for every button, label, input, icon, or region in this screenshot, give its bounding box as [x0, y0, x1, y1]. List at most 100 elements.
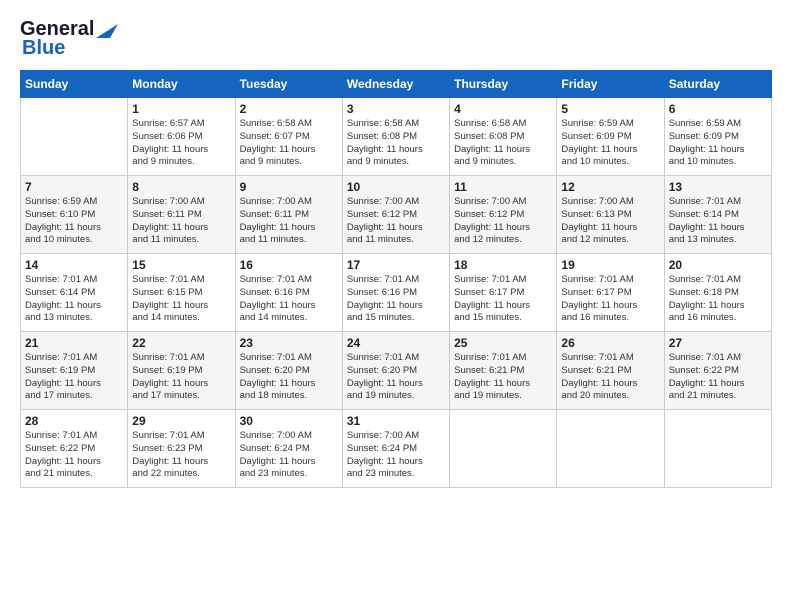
- day-cell: 11 Sunrise: 7:00 AM Sunset: 6:12 PM Dayli…: [450, 176, 557, 254]
- day-info: Sunrise: 7:01 AM Sunset: 6:22 PM Dayligh…: [669, 352, 767, 403]
- header: General Blue: [20, 18, 772, 60]
- day-info: Sunrise: 6:57 AM Sunset: 6:06 PM Dayligh…: [132, 118, 230, 169]
- day-info: Sunrise: 7:01 AM Sunset: 6:21 PM Dayligh…: [561, 352, 659, 403]
- day-info: Sunrise: 6:59 AM Sunset: 6:09 PM Dayligh…: [561, 118, 659, 169]
- day-number: 7: [25, 180, 123, 194]
- day-cell: 18Sunrise: 7:01 AM Sunset: 6:17 PM Dayli…: [450, 254, 557, 332]
- day-cell: 4 Sunrise: 6:58 AM Sunset: 6:08 PM Daylig…: [450, 98, 557, 176]
- day-number: 15: [132, 258, 230, 272]
- day-cell: 13 Sunrise: 7:01 AM Sunset: 6:14 PM Dayli…: [664, 176, 771, 254]
- day-cell: 5 Sunrise: 6:59 AM Sunset: 6:09 PM Daylig…: [557, 98, 664, 176]
- day-number: 31: [347, 414, 445, 428]
- day-number: 23: [240, 336, 338, 350]
- day-info: Sunrise: 7:01 AM Sunset: 6:15 PM Dayligh…: [132, 274, 230, 325]
- logo-blue-text: Blue: [22, 37, 65, 60]
- day-cell: 22Sunrise: 7:01 AM Sunset: 6:19 PM Dayli…: [128, 332, 235, 410]
- calendar-table: SundayMondayTuesdayWednesdayThursdayFrid…: [20, 70, 772, 488]
- day-cell: 20 Sunrise: 7:01 AM Sunset: 6:18 PM Dayli…: [664, 254, 771, 332]
- day-info: Sunrise: 7:01 AM Sunset: 6:23 PM Dayligh…: [132, 430, 230, 481]
- day-cell: 15 Sunrise: 7:01 AM Sunset: 6:15 PM Dayli…: [128, 254, 235, 332]
- day-cell: 6Sunrise: 6:59 AM Sunset: 6:09 PM Daylig…: [664, 98, 771, 176]
- header-cell-saturday: Saturday: [664, 71, 771, 98]
- day-info: Sunrise: 7:01 AM Sunset: 6:21 PM Dayligh…: [454, 352, 552, 403]
- day-cell: 14 Sunrise: 7:01 AM Sunset: 6:14 PM Dayli…: [21, 254, 128, 332]
- day-cell: 16 Sunrise: 7:01 AM Sunset: 6:16 PM Dayli…: [235, 254, 342, 332]
- day-number: 9: [240, 180, 338, 194]
- day-cell: 26 Sunrise: 7:01 AM Sunset: 6:21 PM Dayli…: [557, 332, 664, 410]
- day-info: Sunrise: 7:01 AM Sunset: 6:16 PM Dayligh…: [240, 274, 338, 325]
- week-row-1: 1Sunrise: 6:57 AM Sunset: 6:06 PM Daylig…: [21, 98, 772, 176]
- day-cell: 23 Sunrise: 7:01 AM Sunset: 6:20 PM Dayli…: [235, 332, 342, 410]
- header-cell-friday: Friday: [557, 71, 664, 98]
- day-cell: 10Sunrise: 7:00 AM Sunset: 6:12 PM Dayli…: [342, 176, 449, 254]
- day-cell: 29 Sunrise: 7:01 AM Sunset: 6:23 PM Dayli…: [128, 410, 235, 488]
- week-row-2: 7 Sunrise: 6:59 AM Sunset: 6:10 PM Daylig…: [21, 176, 772, 254]
- day-info: Sunrise: 6:58 AM Sunset: 6:07 PM Dayligh…: [240, 118, 338, 169]
- day-number: 21: [25, 336, 123, 350]
- day-number: 4: [454, 102, 552, 116]
- day-cell: 21 Sunrise: 7:01 AM Sunset: 6:19 PM Dayli…: [21, 332, 128, 410]
- day-cell: [450, 410, 557, 488]
- week-row-4: 21 Sunrise: 7:01 AM Sunset: 6:19 PM Dayli…: [21, 332, 772, 410]
- header-cell-wednesday: Wednesday: [342, 71, 449, 98]
- day-cell: 8 Sunrise: 7:00 AM Sunset: 6:11 PM Daylig…: [128, 176, 235, 254]
- day-cell: 2 Sunrise: 6:58 AM Sunset: 6:07 PM Daylig…: [235, 98, 342, 176]
- day-info: Sunrise: 7:01 AM Sunset: 6:14 PM Dayligh…: [669, 196, 767, 247]
- page: General Blue SundayMondayTuesdayWednesda…: [0, 0, 792, 612]
- day-number: 5: [561, 102, 659, 116]
- day-info: Sunrise: 7:00 AM Sunset: 6:11 PM Dayligh…: [240, 196, 338, 247]
- day-info: Sunrise: 7:01 AM Sunset: 6:18 PM Dayligh…: [669, 274, 767, 325]
- day-info: Sunrise: 7:01 AM Sunset: 6:16 PM Dayligh…: [347, 274, 445, 325]
- day-number: 17: [347, 258, 445, 272]
- day-info: Sunrise: 6:58 AM Sunset: 6:08 PM Dayligh…: [347, 118, 445, 169]
- day-info: Sunrise: 6:59 AM Sunset: 6:09 PM Dayligh…: [669, 118, 767, 169]
- day-info: Sunrise: 7:00 AM Sunset: 6:24 PM Dayligh…: [347, 430, 445, 481]
- day-cell: 1Sunrise: 6:57 AM Sunset: 6:06 PM Daylig…: [128, 98, 235, 176]
- day-number: 25: [454, 336, 552, 350]
- day-info: Sunrise: 7:01 AM Sunset: 6:19 PM Dayligh…: [25, 352, 123, 403]
- header-cell-thursday: Thursday: [450, 71, 557, 98]
- day-info: Sunrise: 6:58 AM Sunset: 6:08 PM Dayligh…: [454, 118, 552, 169]
- week-row-5: 28 Sunrise: 7:01 AM Sunset: 6:22 PM Dayli…: [21, 410, 772, 488]
- day-number: 18: [454, 258, 552, 272]
- day-cell: [21, 98, 128, 176]
- day-cell: [664, 410, 771, 488]
- day-info: Sunrise: 7:01 AM Sunset: 6:17 PM Dayligh…: [561, 274, 659, 325]
- day-number: 27: [669, 336, 767, 350]
- day-info: Sunrise: 7:01 AM Sunset: 6:22 PM Dayligh…: [25, 430, 123, 481]
- day-number: 16: [240, 258, 338, 272]
- week-row-3: 14 Sunrise: 7:01 AM Sunset: 6:14 PM Dayli…: [21, 254, 772, 332]
- day-cell: 19Sunrise: 7:01 AM Sunset: 6:17 PM Dayli…: [557, 254, 664, 332]
- header-row: SundayMondayTuesdayWednesdayThursdayFrid…: [21, 71, 772, 98]
- day-number: 11: [454, 180, 552, 194]
- day-info: Sunrise: 7:00 AM Sunset: 6:12 PM Dayligh…: [347, 196, 445, 247]
- day-info: Sunrise: 7:01 AM Sunset: 6:20 PM Dayligh…: [347, 352, 445, 403]
- day-number: 8: [132, 180, 230, 194]
- day-info: Sunrise: 7:00 AM Sunset: 6:12 PM Dayligh…: [454, 196, 552, 247]
- day-number: 13: [669, 180, 767, 194]
- day-cell: 25 Sunrise: 7:01 AM Sunset: 6:21 PM Dayli…: [450, 332, 557, 410]
- day-cell: 24 Sunrise: 7:01 AM Sunset: 6:20 PM Dayli…: [342, 332, 449, 410]
- day-number: 2: [240, 102, 338, 116]
- day-info: Sunrise: 6:59 AM Sunset: 6:10 PM Dayligh…: [25, 196, 123, 247]
- day-number: 22: [132, 336, 230, 350]
- day-number: 26: [561, 336, 659, 350]
- header-cell-monday: Monday: [128, 71, 235, 98]
- day-number: 30: [240, 414, 338, 428]
- day-number: 28: [25, 414, 123, 428]
- day-number: 12: [561, 180, 659, 194]
- day-number: 14: [25, 258, 123, 272]
- day-info: Sunrise: 7:00 AM Sunset: 6:11 PM Dayligh…: [132, 196, 230, 247]
- header-cell-sunday: Sunday: [21, 71, 128, 98]
- day-info: Sunrise: 7:01 AM Sunset: 6:20 PM Dayligh…: [240, 352, 338, 403]
- day-cell: 3Sunrise: 6:58 AM Sunset: 6:08 PM Daylig…: [342, 98, 449, 176]
- day-number: 29: [132, 414, 230, 428]
- day-info: Sunrise: 7:01 AM Sunset: 6:14 PM Dayligh…: [25, 274, 123, 325]
- day-cell: 30Sunrise: 7:00 AM Sunset: 6:24 PM Dayli…: [235, 410, 342, 488]
- logo: General Blue: [20, 18, 118, 60]
- day-cell: [557, 410, 664, 488]
- day-number: 20: [669, 258, 767, 272]
- day-cell: 17 Sunrise: 7:01 AM Sunset: 6:16 PM Dayli…: [342, 254, 449, 332]
- day-number: 24: [347, 336, 445, 350]
- day-cell: 28 Sunrise: 7:01 AM Sunset: 6:22 PM Dayli…: [21, 410, 128, 488]
